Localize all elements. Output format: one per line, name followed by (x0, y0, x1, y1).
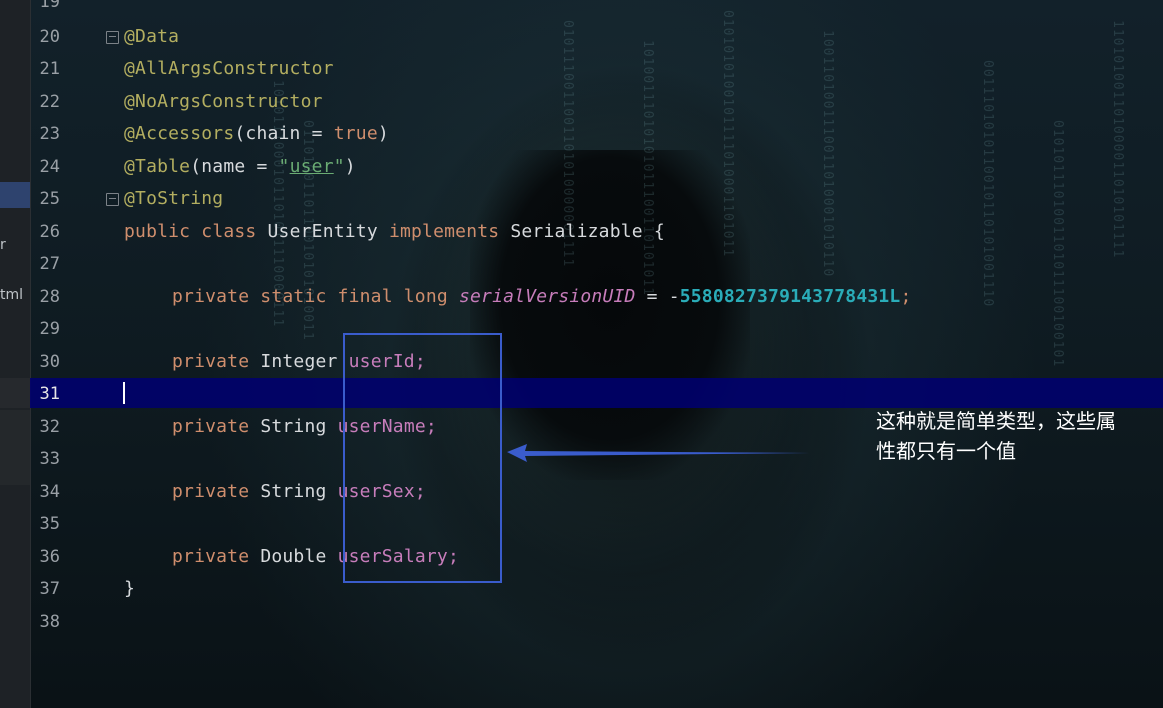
current-line-highlight (30, 378, 1163, 408)
line-number[interactable]: 27 (30, 254, 60, 274)
binary-decoration: 0101010100101111010001101011 (720, 10, 735, 258)
line-number[interactable]: 24 (30, 157, 60, 177)
quote-token: " (278, 156, 290, 177)
annotation-token: @Accessors (124, 123, 235, 144)
annotation-token: @NoArgsConstructor (124, 91, 323, 112)
line-number[interactable]: 35 (30, 514, 60, 534)
line-number[interactable]: 34 (30, 482, 60, 502)
sidebar-row (0, 378, 30, 408)
line-number[interactable]: 19 (30, 0, 60, 12)
text-cursor (123, 382, 125, 404)
line-number[interactable]: 22 (30, 92, 60, 112)
semicolon-token: ; (900, 286, 912, 307)
binary-decoration: 0101011101001101011100100101 (1050, 120, 1065, 368)
binary-decoration: 1001101001110011010001010110 (820, 30, 835, 278)
type-token: Double (260, 546, 327, 567)
binary-decoration: 10100111010101011100110101011 (640, 40, 655, 296)
project-sidebar[interactable]: r tml (0, 0, 31, 708)
code-token: ) (344, 156, 356, 177)
code-token: ) (377, 123, 389, 144)
line-number[interactable]: 32 (30, 417, 60, 437)
type-token: Integer (260, 351, 338, 372)
annotation-note-line: 这种就是简单类型，这些属 (876, 409, 1116, 433)
code-line-26[interactable]: public class UserEntity implements Seria… (124, 221, 665, 242)
sidebar-item-label[interactable]: tml (0, 287, 23, 303)
line-number[interactable]: 21 (30, 59, 60, 79)
arrow-icon (507, 444, 810, 462)
line-number[interactable]: 25 (30, 189, 60, 209)
type-token: String (260, 416, 327, 437)
line-number[interactable]: 20 (30, 27, 60, 47)
keyword-token: public (124, 221, 191, 242)
code-line-24[interactable]: @Table(name = "user") (124, 156, 356, 177)
line-number[interactable]: 36 (30, 547, 60, 567)
line-number-active[interactable]: 31 (30, 384, 60, 404)
keyword-token: private (172, 481, 250, 502)
keyword-token: private (172, 351, 250, 372)
keyword-token: implements (388, 221, 500, 242)
line-number[interactable]: 28 (30, 287, 60, 307)
keyword-token: private (172, 416, 250, 437)
code-line-21[interactable]: @AllArgsConstructor (124, 58, 334, 79)
operator-token: = - (635, 286, 680, 307)
code-token: (name = (190, 156, 279, 177)
keyword-token: private (172, 546, 250, 567)
code-line-20[interactable]: @Data (124, 26, 179, 47)
sidebar-selected-item[interactable] (0, 182, 30, 208)
class-name-token: UserEntity (267, 221, 378, 242)
sidebar-row (0, 410, 30, 485)
line-number[interactable]: 37 (30, 579, 60, 599)
highlight-box (343, 333, 502, 583)
string-token: user (289, 156, 334, 177)
hood-shadow (470, 150, 750, 480)
keyword-token: private static final long (172, 286, 448, 307)
line-number[interactable]: 23 (30, 124, 60, 144)
type-token: String (260, 481, 327, 502)
line-number[interactable]: 33 (30, 449, 60, 469)
line-number[interactable]: 30 (30, 352, 60, 372)
line-number[interactable]: 38 (30, 612, 60, 632)
code-token: (chain = (234, 123, 334, 144)
fold-collapse-icon[interactable] (106, 31, 119, 44)
sidebar-item-label[interactable]: r (0, 237, 6, 253)
code-line-23[interactable]: @Accessors(chain = true) (124, 123, 389, 144)
annotation-note-line: 性都只有一个值 (876, 439, 1016, 463)
number-token: 5580827379143778431L (679, 286, 901, 307)
keyword-token: true (333, 123, 378, 144)
annotation-token: @AllArgsConstructor (124, 58, 334, 79)
code-line-37[interactable]: } (124, 578, 135, 599)
code-line-22[interactable]: @NoArgsConstructor (124, 91, 323, 112)
annotation-token: @Table (124, 156, 191, 177)
binary-decoration: 110101001101000011010101111 (1110, 20, 1125, 259)
annotation-token: @ToString (124, 188, 224, 209)
fold-end-icon[interactable] (106, 193, 119, 206)
interface-token: Serializable { (510, 221, 665, 242)
keyword-token: class (201, 221, 257, 242)
binary-decoration: 0011101010110010110101001110 (980, 60, 995, 308)
field-token: serialVersionUID (458, 286, 636, 307)
annotation-token: @Data (124, 26, 180, 47)
line-number[interactable]: 29 (30, 319, 60, 339)
closing-brace-token: } (124, 578, 136, 599)
code-line-28[interactable]: private static final long serialVersionU… (172, 286, 912, 307)
code-line-25[interactable]: @ToString (124, 188, 223, 209)
annotation-note: 这种就是简单类型，这些属 性都只有一个值 (876, 406, 1158, 466)
line-number[interactable]: 26 (30, 222, 60, 242)
quote-token: " (333, 156, 345, 177)
